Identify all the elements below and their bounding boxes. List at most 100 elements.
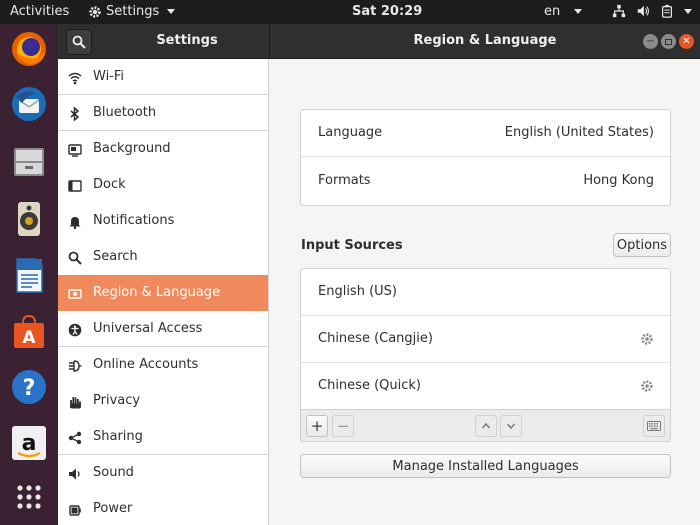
svg-text:a: a [22, 431, 37, 456]
sidebar-item-label: Sharing [93, 429, 143, 444]
region-card: Language English (United States) Formats… [300, 109, 671, 206]
gear-icon[interactable] [640, 379, 654, 393]
sidebar-item-background[interactable]: Background [58, 131, 268, 167]
input-source-label: Chinese (Cangjie) [318, 331, 433, 346]
input-source-label: Chinese (Quick) [318, 378, 421, 393]
files-icon[interactable] [9, 142, 49, 182]
sidebar-item-label: Bluetooth [93, 105, 157, 120]
volume-icon [637, 5, 649, 17]
sidebar-item-wifi[interactable]: Wi-Fi [58, 59, 268, 95]
sidebar-item-region-language[interactable]: Region & Language [58, 275, 268, 311]
minus-icon: − [336, 416, 350, 435]
input-source-label: English (US) [318, 284, 397, 299]
chevron-up-icon [481, 422, 491, 429]
clock[interactable]: Sat 20:29 [352, 4, 422, 19]
sidebar-item-notifications[interactable]: Notifications [58, 203, 268, 239]
input-sources-toolbar: + − [300, 410, 671, 442]
input-source-row[interactable]: Chinese (Cangjie) [301, 316, 670, 363]
software-logo: A [14, 314, 44, 348]
sidebar-item-sharing[interactable]: Sharing [58, 419, 268, 455]
chevron-down-icon [506, 423, 516, 430]
region-language-panel: Language English (United States) Formats… [270, 59, 700, 525]
sidebar-item-power[interactable]: Power [58, 491, 268, 525]
minimize-button[interactable]: − [643, 34, 658, 49]
search-button[interactable] [66, 29, 92, 55]
move-up-button[interactable] [475, 415, 497, 437]
chevron-down-icon [167, 9, 176, 14]
settings-window: Settings Region & Language − ✕ Wi-Fi Blu… [58, 24, 700, 525]
maximize-button[interactable] [661, 34, 676, 49]
search-icon [72, 35, 86, 49]
writer-logo [16, 258, 43, 293]
formats-label: Formats [318, 173, 371, 188]
app-grid-icon [17, 485, 41, 509]
system-menu[interactable] [612, 4, 692, 18]
writer-icon[interactable] [9, 255, 49, 295]
move-down-button[interactable] [500, 415, 522, 437]
chevron-down-icon [684, 8, 692, 14]
sidebar-item-online-accounts[interactable]: Online Accounts [58, 347, 268, 383]
formats-row[interactable]: Formats Hong Kong [301, 158, 670, 205]
thunderbird-icon[interactable] [9, 84, 49, 124]
input-source-row[interactable]: English (US) [301, 269, 670, 316]
sidebar-item-search[interactable]: Search [58, 239, 268, 275]
window-controls: − ✕ [643, 34, 694, 49]
add-input-source-button[interactable]: + [306, 415, 328, 437]
online-accounts-icon [67, 358, 83, 374]
battery-icon [662, 4, 672, 18]
chevron-down-icon [574, 9, 583, 14]
sidebar-item-label: Background [93, 141, 171, 156]
sidebar-title: Settings [156, 33, 218, 48]
dock-icon [67, 178, 83, 194]
rhythmbox-logo [18, 202, 40, 236]
options-label: Options [616, 237, 668, 253]
input-sources-list: English (US) Chinese (Cangjie) Chinese (… [300, 268, 671, 410]
maximize-icon [665, 38, 672, 45]
input-source-row[interactable]: Chinese (Quick) [301, 363, 670, 410]
close-icon: ✕ [682, 35, 691, 47]
formats-value: Hong Kong [583, 173, 654, 188]
power-icon [67, 502, 83, 518]
sidebar-item-label: Search [93, 249, 138, 264]
wifi-icon [67, 70, 83, 86]
activities-button[interactable]: Activities [10, 4, 69, 19]
sidebar-item-label: Privacy [93, 393, 141, 408]
help-icon[interactable]: ? [9, 367, 49, 407]
sidebar-item-label: Wi-Fi [93, 69, 125, 84]
files-logo [14, 148, 44, 176]
manage-installed-languages-button[interactable]: Manage Installed Languages [300, 454, 671, 478]
sidebar-item-privacy[interactable]: Privacy [58, 383, 268, 419]
help-logo: ? [12, 370, 46, 404]
keyboard-layout-button[interactable] [643, 415, 665, 437]
software-icon[interactable]: A [9, 312, 49, 352]
amazon-logo: a [12, 426, 46, 460]
search-icon [67, 250, 83, 266]
app-menu-label: Settings [106, 4, 160, 19]
firefox-icon[interactable] [9, 29, 49, 69]
gear-icon[interactable] [640, 332, 654, 346]
keyboard-language-indicator[interactable]: en [544, 4, 583, 19]
sidebar-item-bluetooth[interactable]: Bluetooth [58, 95, 268, 131]
amazon-icon[interactable]: a [9, 423, 49, 463]
keyboard-icon [647, 421, 661, 431]
sidebar-item-dock[interactable]: Dock [58, 167, 268, 203]
thunderbird-logo [12, 87, 46, 121]
sidebar-item-label: Universal Access [93, 321, 203, 336]
top-bar: Activities Settings Sat 20:29 en [0, 0, 700, 24]
rhythmbox-icon[interactable] [9, 199, 49, 239]
show-apps-icon[interactable] [9, 477, 49, 517]
language-row[interactable]: Language English (United States) [301, 110, 670, 157]
network-icon [612, 4, 626, 18]
firefox-logo [12, 32, 46, 66]
app-menu[interactable]: Settings [88, 4, 176, 19]
universal-access-icon [67, 322, 83, 338]
close-button[interactable]: ✕ [679, 34, 694, 49]
hand-icon [67, 394, 83, 410]
sidebar-item-universal-access[interactable]: Universal Access [58, 311, 268, 347]
sidebar-item-sound[interactable]: Sound [58, 455, 268, 491]
language-code: en [544, 4, 561, 19]
options-button[interactable]: Options [613, 233, 671, 257]
remove-input-source-button[interactable]: − [332, 415, 354, 437]
sidebar: Wi-Fi Bluetooth Background Dock Notifica… [58, 59, 269, 525]
sidebar-item-label: Online Accounts [93, 357, 199, 372]
